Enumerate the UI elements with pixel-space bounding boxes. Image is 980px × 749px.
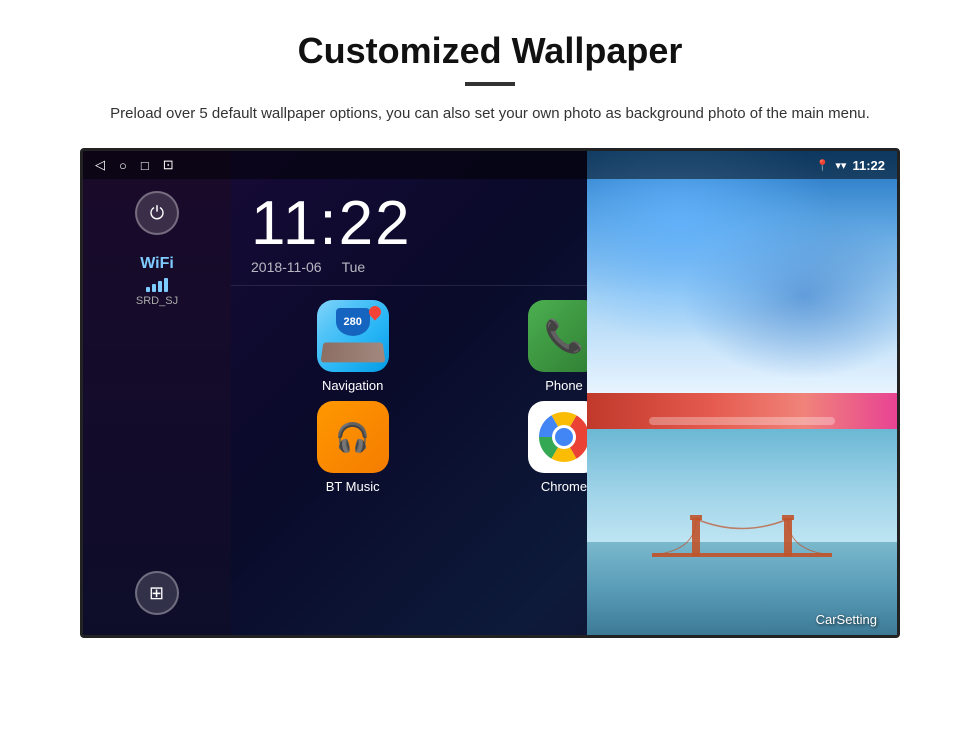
status-time: 11:22	[852, 158, 885, 173]
wifi-label: WiFi	[136, 255, 178, 273]
nav-home-icon[interactable]: ○	[119, 158, 127, 173]
wifi-signal-icon: ▾▾	[835, 159, 846, 172]
wallpaper-preview-pink	[587, 393, 897, 429]
app-item-navigation[interactable]: 280 Navigation	[251, 300, 454, 393]
bridge-svg	[652, 513, 832, 573]
page-description: Preload over 5 default wallpaper options…	[110, 102, 870, 126]
bridge-silhouette	[652, 513, 832, 573]
power-button[interactable]: ⏻	[135, 191, 179, 235]
clock-day-value: Tue	[342, 259, 366, 275]
page-container: Customized Wallpaper Preload over 5 defa…	[0, 0, 980, 658]
ice-background	[587, 151, 897, 393]
status-bar-nav: ◁ ○ □ ⊡	[95, 157, 174, 173]
map-road	[320, 342, 385, 362]
wallpaper-preview-bridge[interactable]: CarSetting	[587, 429, 897, 635]
power-icon: ⏻	[150, 203, 164, 224]
chrome-svg-icon	[539, 412, 589, 462]
nav-screenshot-icon[interactable]: ⊡	[163, 157, 174, 173]
carsetting-label[interactable]: CarSetting	[816, 612, 877, 627]
navigation-label: Navigation	[322, 378, 383, 393]
navigation-icon: 280	[317, 300, 389, 372]
bluetooth-glyph: 🎧	[335, 421, 370, 454]
map-shield: 280	[336, 308, 370, 336]
wifi-bar-1	[146, 287, 150, 292]
status-bar: ◁ ○ □ ⊡ 📍 ▾▾ 11:22	[83, 151, 897, 179]
android-screen: ◁ ○ □ ⊡ 📍 ▾▾ 11:22 ⏻ WiFi	[80, 148, 900, 638]
phone-label: Phone	[545, 378, 583, 393]
wifi-bars	[136, 276, 178, 292]
status-bar-right: 📍 ▾▾ 11:22	[816, 158, 885, 173]
left-sidebar: ⏻ WiFi SRD_SJ ⊞	[83, 151, 231, 635]
wifi-ssid: SRD_SJ	[136, 295, 178, 307]
apps-grid-button[interactable]: ⊞	[135, 571, 179, 615]
pink-bar-bg	[587, 393, 897, 429]
wallpaper-preview-ice[interactable]	[587, 151, 897, 393]
clock-date-value: 2018-11-06	[251, 259, 322, 275]
wifi-bar-2	[152, 284, 156, 292]
phone-glyph: 📞	[544, 317, 584, 355]
wifi-widget[interactable]: WiFi SRD_SJ	[136, 255, 178, 307]
nav-recent-icon[interactable]: □	[141, 158, 149, 173]
page-title: Customized Wallpaper	[298, 30, 683, 72]
nav-back-icon[interactable]: ◁	[95, 157, 105, 173]
location-icon: 📍	[816, 159, 830, 172]
wifi-bar-3	[158, 281, 162, 292]
app-item-bt-music[interactable]: 🎧 BT Music	[251, 401, 454, 494]
bt-music-label: BT Music	[326, 479, 380, 494]
wallpaper-previews: CarSetting	[587, 151, 897, 635]
apps-grid-icon: ⊞	[149, 583, 165, 604]
bt-music-icon: 🎧	[317, 401, 389, 473]
chrome-label: Chrome	[541, 479, 587, 494]
sidebar-top: ⏻ WiFi SRD_SJ	[135, 191, 179, 307]
wifi-bar-4	[164, 278, 168, 292]
title-divider	[465, 82, 515, 86]
